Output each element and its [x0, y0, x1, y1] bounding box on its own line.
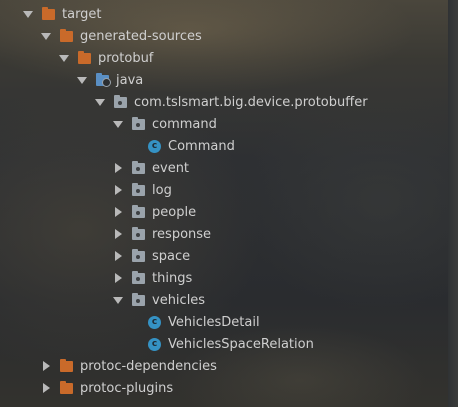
tree-node-label: java: [116, 72, 144, 88]
tree-node-protoc-dependencies[interactable]: protoc-dependencies: [40, 355, 217, 377]
tree-node-target[interactable]: target: [22, 3, 102, 25]
chevron-right-icon[interactable]: [112, 162, 124, 174]
tree-node-label: people: [152, 204, 197, 220]
package-icon: [132, 293, 146, 307]
chevron-right-icon[interactable]: [112, 250, 124, 262]
tree-node-label: protobuf: [98, 50, 154, 66]
tree-node-things[interactable]: things: [112, 267, 192, 289]
chevron-right-icon[interactable]: [112, 184, 124, 196]
tree-node-space[interactable]: space: [112, 245, 190, 267]
project-tree: target generated-sources protobuf java c…: [0, 0, 458, 407]
folder-icon: [60, 381, 74, 395]
tree-node-label: log: [152, 182, 172, 198]
tree-node-vehicles[interactable]: vehicles: [112, 289, 205, 311]
tree-node-protoc-plugins[interactable]: protoc-plugins: [40, 377, 173, 399]
tree-node-label: command: [152, 116, 217, 132]
chevron-down-icon[interactable]: [58, 52, 70, 64]
tree-node-label: protoc-plugins: [80, 380, 174, 396]
tree-node-generated-sources[interactable]: generated-sources: [40, 25, 202, 47]
folder-icon: [60, 29, 74, 43]
class-icon: c: [148, 337, 162, 351]
package-icon: [132, 205, 146, 219]
tree-node-vehicles-space-relation[interactable]: c VehiclesSpaceRelation: [148, 333, 314, 355]
chevron-right-icon[interactable]: [40, 382, 52, 394]
tree-node-log[interactable]: log: [112, 179, 172, 201]
tree-node-command[interactable]: command: [112, 113, 217, 135]
tree-node-event[interactable]: event: [112, 157, 189, 179]
chevron-down-icon[interactable]: [112, 118, 124, 130]
chevron-right-icon[interactable]: [112, 228, 124, 240]
tree-node-label: protoc-dependencies: [80, 358, 217, 374]
folder-icon: [42, 7, 56, 21]
chevron-down-icon[interactable]: [76, 74, 88, 86]
package-icon: [132, 271, 146, 285]
tree-node-label: response: [152, 226, 212, 242]
chevron-down-icon[interactable]: [40, 30, 52, 42]
tree-node-label: Command: [168, 138, 235, 154]
chevron-right-icon[interactable]: [40, 360, 52, 372]
tree-node-vehicles-detail[interactable]: c VehiclesDetail: [148, 311, 260, 333]
tree-node-label: vehicles: [152, 292, 206, 308]
chevron-right-icon[interactable]: [112, 206, 124, 218]
tree-node-label: target: [62, 6, 102, 22]
tree-node-label: generated-sources: [80, 28, 202, 44]
class-icon: c: [148, 139, 162, 153]
package-icon: [132, 161, 146, 175]
tree-node-label: space: [152, 248, 191, 264]
source-folder-icon: [96, 73, 111, 87]
tree-node-label: event: [152, 160, 190, 176]
tree-node-label: VehiclesDetail: [168, 314, 260, 330]
tree-node-label: things: [152, 270, 193, 286]
package-icon: [132, 227, 146, 241]
tree-node-java[interactable]: java: [76, 69, 143, 91]
package-icon: [132, 117, 146, 131]
folder-icon: [60, 359, 74, 373]
package-icon: [114, 95, 128, 109]
class-icon: c: [148, 315, 162, 329]
package-icon: [132, 183, 146, 197]
package-icon: [132, 249, 146, 263]
tree-node-command-class[interactable]: c Command: [148, 135, 235, 157]
chevron-down-icon[interactable]: [112, 294, 124, 306]
tree-node-people[interactable]: people: [112, 201, 196, 223]
chevron-down-icon[interactable]: [94, 96, 106, 108]
tree-node-label: VehiclesSpaceRelation: [168, 336, 314, 352]
tree-node-package[interactable]: com.tslsmart.big.device.protobuffer: [94, 91, 368, 113]
chevron-right-icon[interactable]: [112, 272, 124, 284]
folder-icon: [78, 51, 92, 65]
tree-node-label: com.tslsmart.big.device.protobuffer: [134, 94, 368, 110]
tree-node-protobuf[interactable]: protobuf: [58, 47, 153, 69]
chevron-down-icon[interactable]: [22, 8, 34, 20]
tree-node-response[interactable]: response: [112, 223, 211, 245]
